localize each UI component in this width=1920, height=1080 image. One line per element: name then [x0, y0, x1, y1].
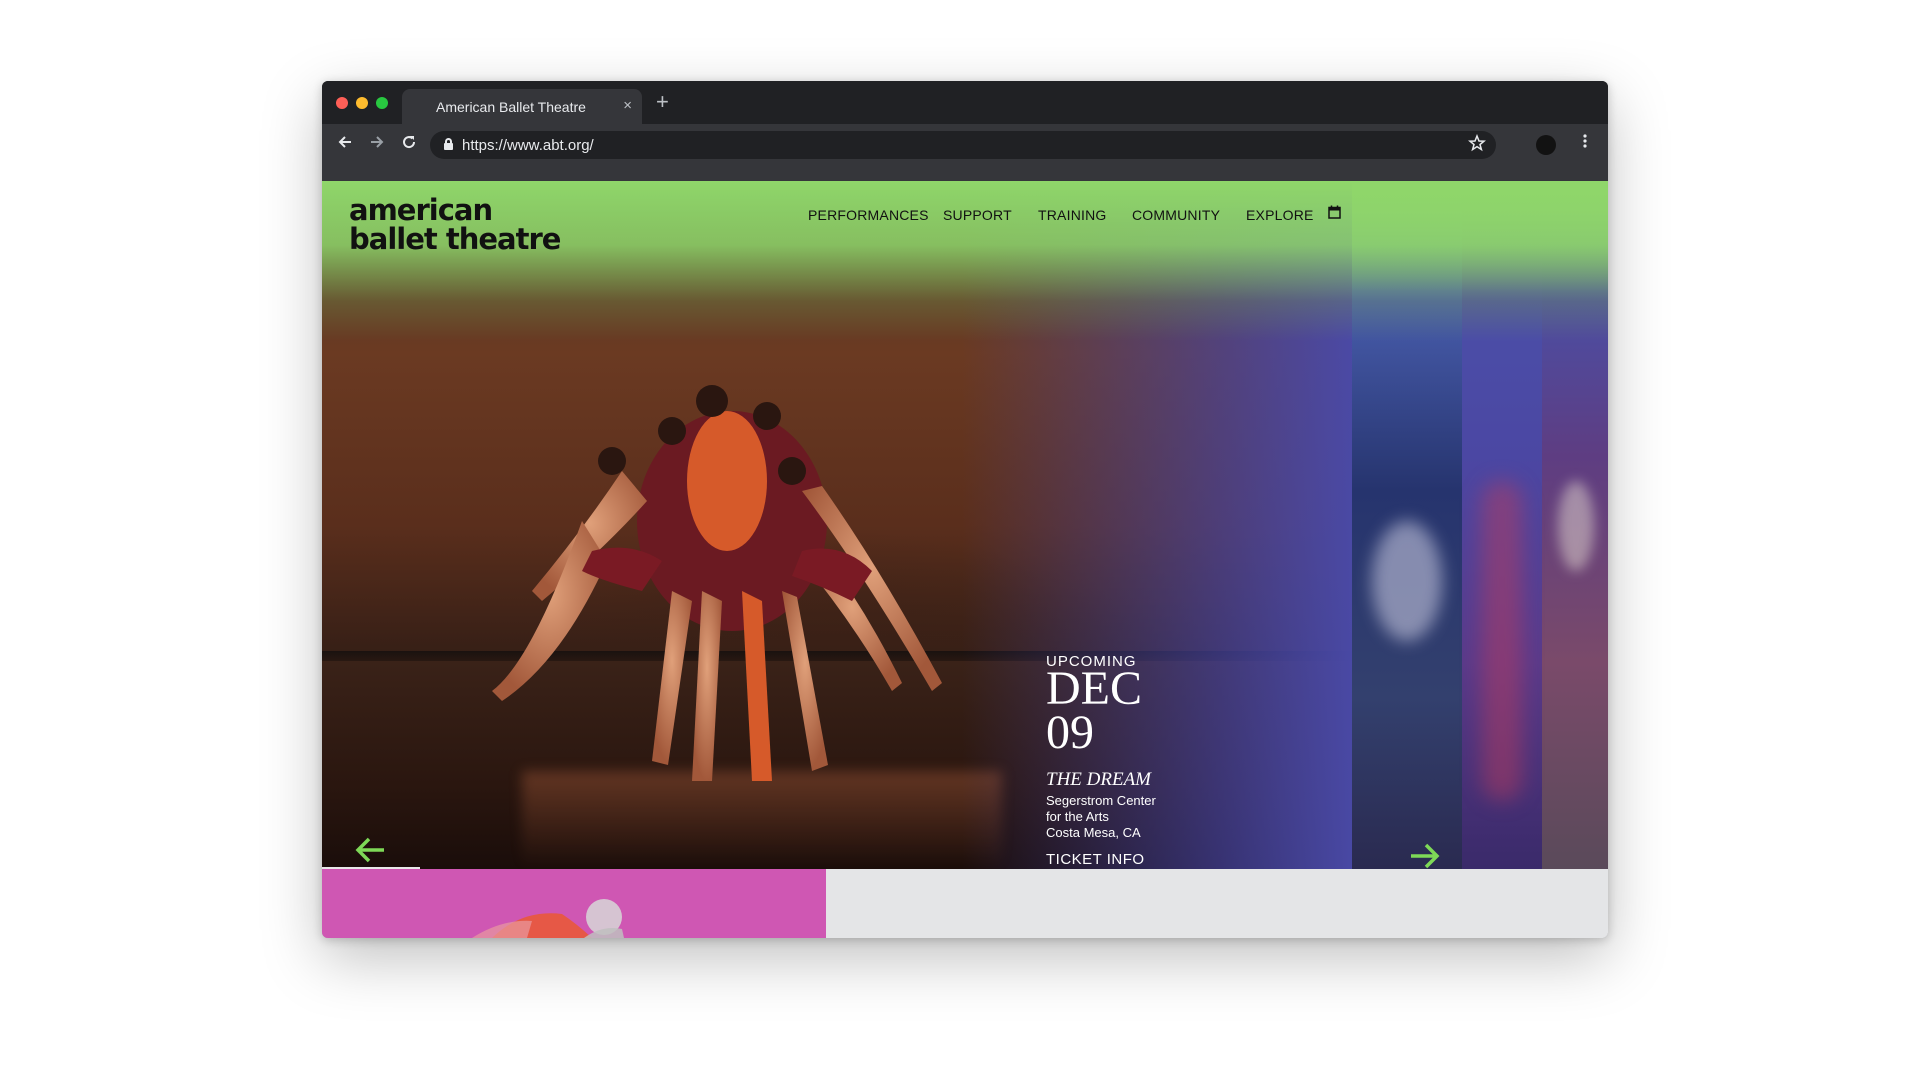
toolbar-divider [322, 165, 1608, 181]
nav-support[interactable]: SUPPORT [943, 207, 1012, 223]
close-window-button[interactable] [336, 97, 348, 109]
preview-dancer-1 [1372, 521, 1442, 641]
url-text: https://www.abt.org/ [462, 137, 594, 154]
reload-icon[interactable] [400, 133, 418, 151]
previous-slide-arrow-icon[interactable] [354, 835, 388, 865]
hero-carousel: american ballet theatre PERFORMANCES SUP… [322, 181, 1608, 869]
feature-card-artwork [472, 899, 624, 938]
browser-toolbar: https://www.abt.org/ [322, 124, 1608, 165]
event-venue-line-2: for the Arts [1046, 809, 1109, 824]
next-slide-arrow-icon[interactable] [1407, 841, 1441, 869]
menu-icon[interactable] [1576, 132, 1594, 150]
profile-icon[interactable] [1536, 135, 1556, 155]
svg-text:ballet theatre: ballet theatre [349, 222, 561, 251]
event-day: 09 [1046, 706, 1094, 759]
browser-tab[interactable]: American Ballet Theatre × [402, 89, 642, 124]
dancers-image [492, 385, 942, 781]
lock-icon[interactable] [444, 138, 453, 150]
calendar-icon[interactable] [1328, 205, 1341, 219]
ticket-info-link[interactable]: TICKET INFO [1046, 851, 1145, 868]
abt-logo[interactable]: american ballet theatre [349, 195, 579, 251]
event-venue: Segerstrom Center for the Arts Costa Mes… [1046, 793, 1156, 841]
nav-explore[interactable]: EXPLORE [1246, 207, 1314, 223]
page-viewport: american ballet theatre PERFORMANCES SUP… [322, 181, 1608, 938]
event-month: DEC [1046, 662, 1142, 715]
browser-window: American Ballet Theatre × + https://www.… [322, 81, 1608, 938]
preview-dancer-2 [1482, 481, 1522, 801]
forward-arrow-icon[interactable] [368, 133, 386, 151]
tab-title: American Ballet Theatre [436, 99, 586, 115]
new-tab-icon[interactable]: + [656, 89, 669, 115]
star-icon[interactable] [1468, 134, 1486, 152]
feature-card-gray[interactable] [826, 869, 1608, 938]
preview-dancer-3 [1558, 481, 1594, 571]
nav-training[interactable]: TRAINING [1038, 207, 1107, 223]
feature-card-pink[interactable] [322, 869, 826, 938]
nav-performances[interactable]: PERFORMANCES [808, 207, 929, 223]
address-bar[interactable]: https://www.abt.org/ [430, 131, 1496, 159]
back-arrow-icon[interactable] [336, 133, 354, 151]
minimize-window-button[interactable] [356, 97, 368, 109]
event-title[interactable]: THE DREAM [1046, 769, 1151, 791]
event-venue-line-1: Segerstrom Center [1046, 793, 1156, 808]
event-venue-line-3: Costa Mesa, CA [1046, 825, 1141, 840]
tab-close-icon[interactable]: × [623, 97, 632, 114]
stage-reflection [522, 771, 1002, 869]
maximize-window-button[interactable] [376, 97, 388, 109]
tab-bar: American Ballet Theatre × + [322, 81, 1608, 124]
nav-community[interactable]: COMMUNITY [1132, 207, 1220, 223]
